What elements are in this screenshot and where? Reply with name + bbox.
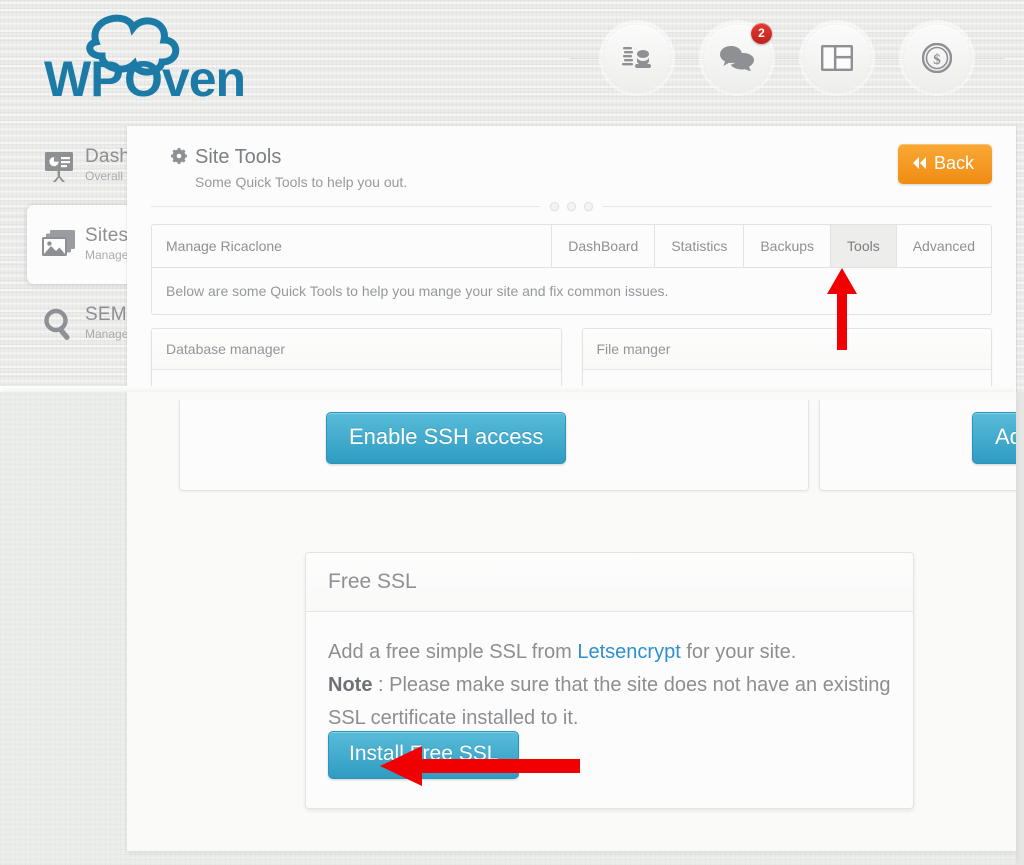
- tab-statistics[interactable]: Statistics: [654, 225, 744, 267]
- brand-logo[interactable]: WP Oven WPOven: [40, 12, 260, 104]
- letsencrypt-link[interactable]: Letsencrypt: [577, 641, 680, 663]
- add-cron-button[interactable]: Add Cron: [972, 412, 1016, 464]
- site-tabs-container: Manage Ricaclone DashBoard Statistics Ba…: [151, 224, 992, 315]
- messages-badge: 2: [751, 23, 772, 44]
- layout-panels-icon: [821, 45, 853, 71]
- header-icon-stats-coins[interactable]: [604, 25, 670, 91]
- gear-icon: [171, 148, 187, 169]
- images-icon: [39, 229, 79, 260]
- manage-site-label: Manage Ricaclone: [166, 238, 282, 254]
- header-separator: [770, 57, 804, 59]
- bottom-screenshot-region: Enable SSH access Add Cron Free SSL Add …: [0, 392, 1016, 865]
- panel-cron: Add Cron: [819, 400, 1016, 491]
- dollar-coin-icon: $: [922, 43, 952, 73]
- free-ssl-note-label: Note: [328, 674, 373, 696]
- carousel-dot[interactable]: [550, 201, 559, 211]
- header-separator: [870, 57, 904, 59]
- free-ssl-title: Free SSL: [306, 553, 913, 612]
- free-ssl-line1-pre: Add a free simple SSL from: [328, 641, 578, 663]
- carousel-dot[interactable]: [584, 201, 593, 211]
- chef-hat-icon: WP Oven: [44, 14, 246, 104]
- back-button-label: Back: [933, 153, 974, 173]
- tools-subpanels-row: Database manager File manger: [151, 328, 992, 392]
- red-arrow-up: [826, 268, 858, 355]
- back-button[interactable]: Back: [897, 144, 992, 184]
- carousel-divider: [151, 199, 992, 213]
- header-separator: [570, 57, 604, 59]
- tab-backups[interactable]: Backups: [743, 225, 831, 267]
- free-ssl-body: Add a free simple SSL from Letsencrypt f…: [306, 612, 913, 735]
- red-arrow-left: [380, 745, 580, 792]
- svg-text:$: $: [933, 52, 941, 68]
- presentation-icon: [39, 149, 79, 183]
- header-separator: [970, 57, 1004, 59]
- top-screenshot-region: WP Oven WPOven: [0, 0, 1024, 392]
- main-content-card: Site Tools Some Quick Tools to help you …: [127, 126, 1016, 392]
- free-ssl-description: Add a free simple SSL from Letsencrypt f…: [328, 636, 891, 735]
- stats-coins-icon: [622, 47, 651, 68]
- svg-text:Oven: Oven: [124, 51, 245, 104]
- divider-line-right: [603, 205, 992, 207]
- tab-panel-description: Below are some Quick Tools to help you m…: [151, 268, 992, 315]
- panel-file-manager: File manger: [581, 328, 992, 392]
- carousel-dots: [540, 201, 603, 211]
- double-chevron-left-icon: [912, 153, 927, 174]
- tab-dashboard[interactable]: DashBoard: [551, 225, 655, 267]
- page-subtitle: Some Quick Tools to help you out.: [195, 174, 408, 190]
- panel-ssh-access: Enable SSH access: [179, 400, 809, 491]
- tab-tools[interactable]: Tools: [830, 225, 896, 267]
- enable-ssh-access-button[interactable]: Enable SSH access: [326, 412, 567, 464]
- header-separator: [670, 57, 704, 59]
- header-icon-layout[interactable]: [804, 25, 870, 91]
- tab-bar: Manage Ricaclone DashBoard Statistics Ba…: [151, 224, 992, 268]
- tab-advanced[interactable]: Advanced: [895, 225, 991, 267]
- card-header: Site Tools Some Quick Tools to help you …: [127, 126, 1016, 190]
- header-icon-bar: 2 $: [570, 14, 1004, 102]
- svg-text:WP: WP: [44, 51, 123, 104]
- free-ssl-note-text: : Please make sure that the site does no…: [328, 674, 891, 729]
- magnifier-icon: [39, 307, 79, 341]
- chat-bubbles-icon: [720, 46, 754, 71]
- header-icon-messages[interactable]: 2: [704, 23, 772, 91]
- panel-title: Database manager: [152, 329, 561, 370]
- panel-title: File manger: [582, 329, 991, 370]
- panel-database-manager: Database manager: [151, 328, 562, 392]
- divider-line-left: [151, 205, 540, 207]
- header-icon-billing[interactable]: $: [904, 25, 970, 91]
- free-ssl-line1-post: for your site.: [680, 641, 797, 663]
- right-edge-strip: [1016, 392, 1024, 865]
- page-title: Site Tools: [195, 146, 282, 168]
- carousel-dot[interactable]: [567, 201, 576, 211]
